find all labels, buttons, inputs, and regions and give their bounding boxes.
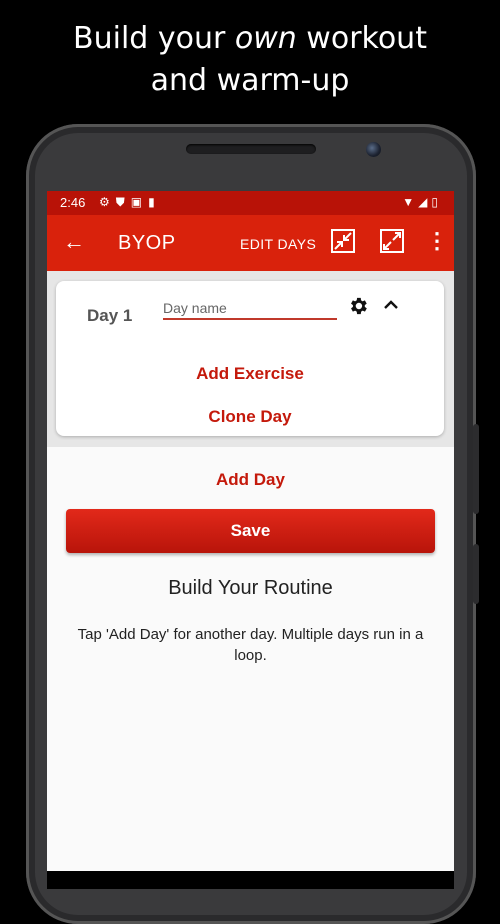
volume-button [473, 424, 479, 514]
wifi-icon: ▼ [402, 195, 419, 209]
promo-headline: Build your own workout and warm-up [0, 18, 500, 102]
status-time: 2:46 [60, 195, 86, 210]
app-title: BYOP [118, 232, 176, 254]
day-number-label: Day 1 [87, 306, 133, 325]
collapse-all-icon[interactable] [331, 229, 355, 253]
back-arrow-icon[interactable]: ← [63, 229, 85, 255]
overflow-menu-icon[interactable]: ⋮ [426, 228, 448, 254]
app-screen: 2:46 ⚙⛊▣▮ ▼◢▯ ← BYOP EDIT DAYS ⋮ Day 1 D… [47, 191, 454, 889]
add-exercise-button[interactable]: Add Exercise [56, 364, 444, 384]
front-camera [366, 142, 381, 157]
clone-day-button[interactable]: Clone Day [56, 407, 444, 427]
power-button [473, 544, 479, 604]
save-button[interactable]: Save [66, 509, 435, 553]
gear-icon: ⚙ [99, 195, 116, 209]
routine-title: Build Your Routine [168, 577, 333, 599]
status-icons-left: ⚙⛊▣▮ [99, 195, 161, 210]
battery-icon: ▯ [431, 195, 442, 209]
sd-card-icon: ▮ [148, 195, 161, 209]
app-toolbar: ← BYOP EDIT DAYS ⋮ [47, 215, 454, 271]
day-settings-gear-icon[interactable] [347, 295, 369, 317]
promo-line-1: Build your own workout [73, 21, 427, 56]
status-icons-right: ▼◢▯ [402, 195, 442, 209]
expand-all-icon[interactable] [380, 229, 404, 253]
status-bar: 2:46 ⚙⛊▣▮ ▼◢▯ [47, 191, 454, 215]
day-name-input[interactable] [163, 298, 337, 320]
a-icon: ▣ [130, 195, 149, 209]
system-nav-bar [47, 871, 454, 889]
signal-icon: ◢ [418, 195, 432, 209]
day-card: Day 1 Add Exercise Clone Day [56, 281, 444, 436]
phone-top-bezel [26, 124, 476, 194]
day-list: Day 1 Add Exercise Clone Day [47, 271, 454, 447]
edit-days-button[interactable]: EDIT DAYS [240, 236, 316, 252]
shield-icon: ⛊ [115, 195, 131, 209]
speaker-grille [186, 144, 316, 154]
routine-help-text: Tap 'Add Day' for another day. Multiple … [77, 626, 424, 664]
promo-line-2: and warm-up [150, 63, 350, 98]
chevron-up-icon[interactable] [383, 297, 399, 313]
add-day-button[interactable]: Add Day [47, 470, 454, 490]
